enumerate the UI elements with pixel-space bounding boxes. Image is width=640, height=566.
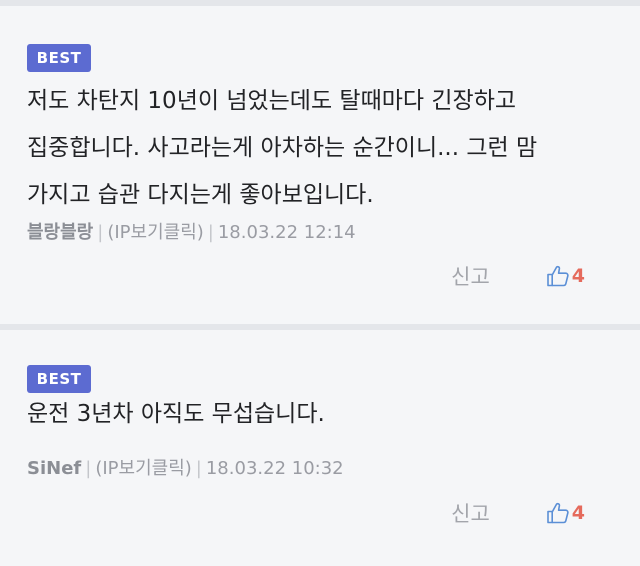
meta-separator: | <box>97 222 104 243</box>
meta-separator: | <box>85 458 92 479</box>
thumbs-up-icon <box>546 265 570 287</box>
comment-timestamp: 18.03.22 10:32 <box>205 458 344 479</box>
comment-meta: 블랑블랑 | (IP보기클릭) | 18.03.22 12:14 <box>27 218 356 244</box>
comment-meta: SiNef | (IP보기클릭) | 18.03.22 10:32 <box>27 454 344 480</box>
comment-body-line: 운전 3년차 아직도 무섭습니다. <box>27 401 325 427</box>
best-badge: BEST <box>27 44 91 72</box>
like-count: 4 <box>571 502 585 524</box>
comment-body-line: 저도 차탄지 10년이 넘었는데도 탈때마다 긴장하고 <box>27 88 517 114</box>
comment-actions: 신고 4 <box>451 261 585 291</box>
author-name[interactable]: SiNef <box>27 458 81 479</box>
report-button[interactable]: 신고 <box>451 498 490 528</box>
comment-body: 저도 차탄지 10년이 넘었는데도 탈때마다 긴장하고 집중합니다. 사고라는게… <box>27 78 617 219</box>
comment-item: BEST 운전 3년차 아직도 무섭습니다. SiNef | (IP보기클릭) | 18… <box>0 330 640 566</box>
comment-actions: 신고 4 <box>451 498 585 528</box>
best-badge: BEST <box>27 365 91 393</box>
like-count: 4 <box>571 265 585 287</box>
author-name[interactable]: 블랑블랑 <box>27 222 93 243</box>
meta-separator: | <box>195 458 202 479</box>
like-button[interactable]: 4 <box>546 502 585 524</box>
comment-timestamp: 18.03.22 12:14 <box>217 222 356 243</box>
report-button[interactable]: 신고 <box>451 261 490 291</box>
meta-separator: | <box>207 222 214 243</box>
top-border <box>0 0 640 6</box>
ip-view-link[interactable]: (IP보기클릭) <box>107 222 203 243</box>
comment-body: 운전 3년차 아직도 무섭습니다. <box>27 391 617 438</box>
thumbs-up-icon <box>546 502 570 524</box>
ip-view-link[interactable]: (IP보기클릭) <box>95 458 191 479</box>
like-button[interactable]: 4 <box>546 265 585 287</box>
comment-item: BEST 저도 차탄지 10년이 넘었는데도 탈때마다 긴장하고 집중합니다. … <box>0 8 640 324</box>
comment-body-line: 집중합니다. 사고라는게 아차하는 순간이니... 그런 맘 <box>27 135 538 161</box>
comment-body-line: 가지고 습관 다지는게 좋아보입니다. <box>27 182 374 208</box>
